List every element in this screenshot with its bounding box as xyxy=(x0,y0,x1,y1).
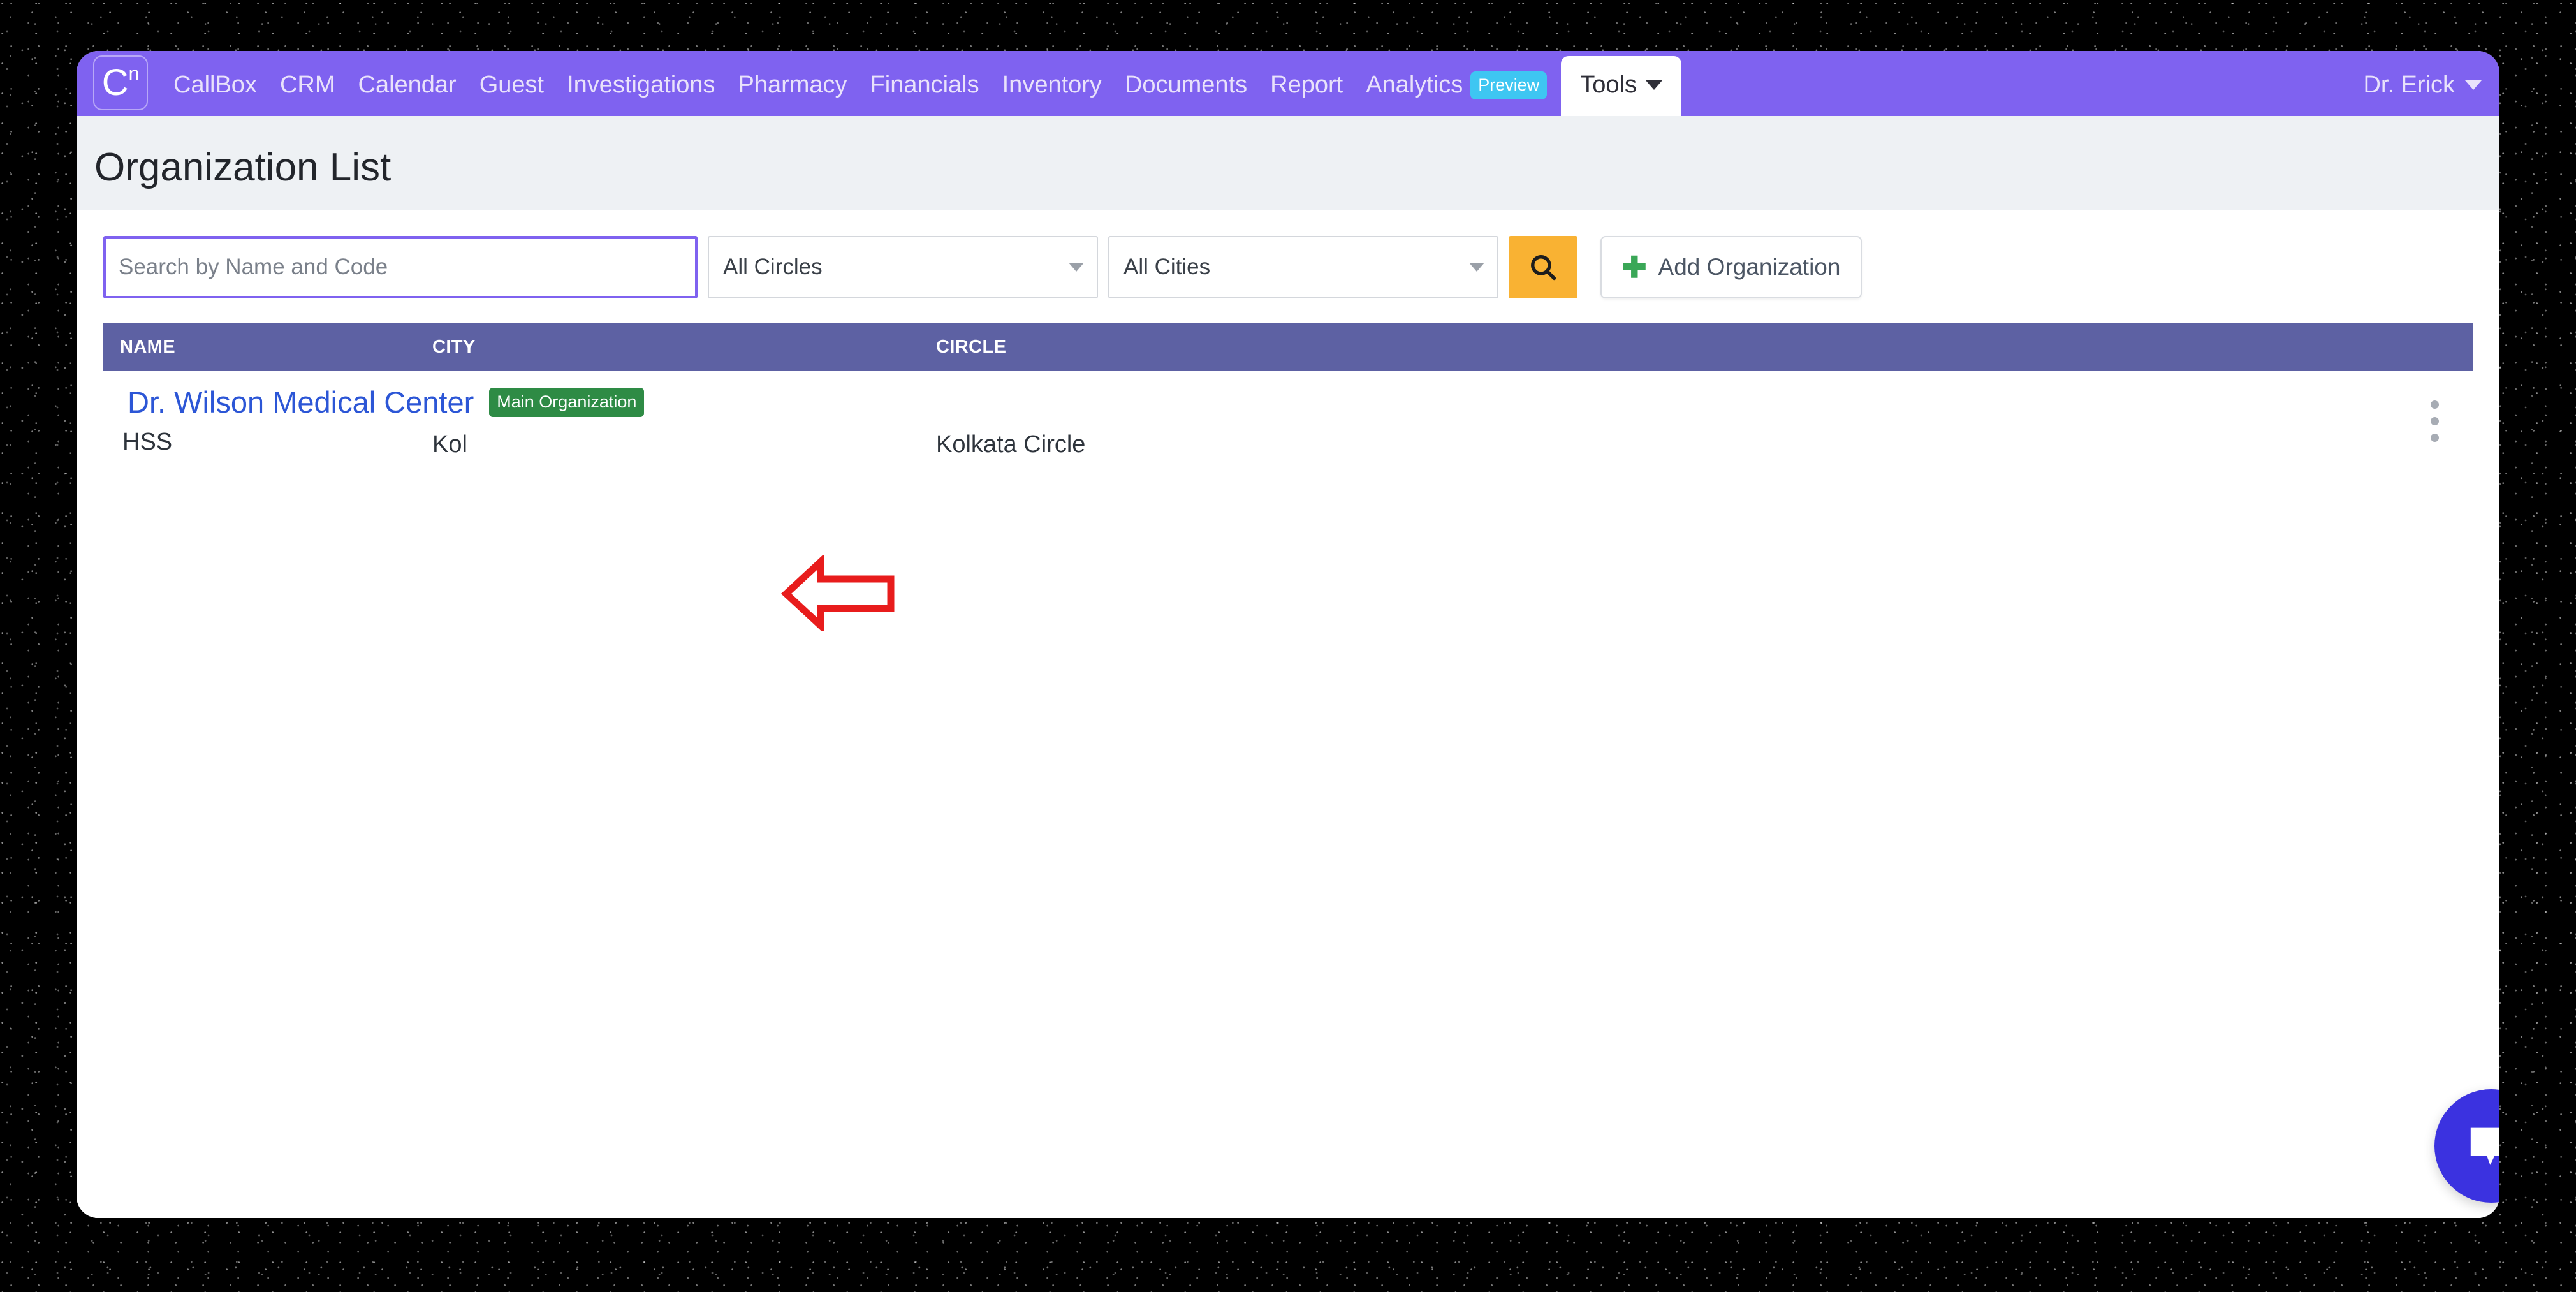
table-header: NAME CITY CIRCLE xyxy=(103,323,2473,371)
nav-item-documents[interactable]: Documents xyxy=(1113,73,1259,116)
nav-links: CallBox CRM Calendar Guest Investigation… xyxy=(162,51,1548,116)
nav-item-financials[interactable]: Financials xyxy=(859,73,991,116)
nav-item-guest[interactable]: Guest xyxy=(468,73,555,116)
page-body: Organization List All Circles All Cities xyxy=(77,116,2499,1218)
top-navbar: Cn CallBox CRM Calendar Guest Investigat… xyxy=(77,51,2499,116)
column-header-city: CITY xyxy=(432,336,476,357)
main-organization-badge: Main Organization xyxy=(489,387,645,417)
cell-city: Kol xyxy=(432,431,467,458)
organization-code: HSS xyxy=(122,429,173,456)
chevron-down-icon xyxy=(2465,80,2482,90)
tab-tools-label: Tools xyxy=(1580,71,1637,98)
nav-item-inventory[interactable]: Inventory xyxy=(991,73,1113,116)
search-input[interactable] xyxy=(103,236,698,298)
column-header-circle: CIRCLE xyxy=(936,336,1007,357)
organization-name-link[interactable]: Dr. Wilson Medical Center xyxy=(128,386,474,418)
preview-badge: Preview xyxy=(1470,71,1548,99)
user-menu[interactable]: Dr. Erick xyxy=(2363,73,2482,116)
column-header-name: NAME xyxy=(120,336,175,357)
nav-item-crm[interactable]: CRM xyxy=(268,73,347,116)
filter-toolbar: All Circles All Cities ✚ Add Organizatio… xyxy=(77,210,2499,323)
cell-circle: Kolkata Circle xyxy=(936,431,1086,458)
circle-filter[interactable]: All Circles xyxy=(708,236,1098,298)
nav-item-callbox[interactable]: CallBox xyxy=(162,73,268,116)
content-panel: All Circles All Cities ✚ Add Organizatio… xyxy=(77,210,2499,1218)
app-logo[interactable]: Cn xyxy=(93,55,148,110)
app-window: Cn CallBox CRM Calendar Guest Investigat… xyxy=(77,51,2499,1218)
logo-letter: C xyxy=(101,62,129,103)
nav-item-investigations[interactable]: Investigations xyxy=(555,73,726,116)
chat-bubble-icon xyxy=(2470,1127,2499,1165)
tab-tools[interactable]: Tools xyxy=(1561,56,1682,116)
circle-filter-value[interactable]: All Circles xyxy=(708,236,1098,298)
nav-item-analytics[interactable]: Analytics xyxy=(1354,73,1467,116)
nav-item-calendar[interactable]: Calendar xyxy=(347,73,468,116)
add-organization-button[interactable]: ✚ Add Organization xyxy=(1600,236,1862,298)
search-icon xyxy=(1531,255,1556,281)
annotation-arrow-left xyxy=(781,555,895,631)
kebab-dot xyxy=(2430,400,2439,409)
plus-icon: ✚ xyxy=(1622,251,1647,284)
table-body: Dr. Wilson Medical Center Main Organizat… xyxy=(77,371,2499,471)
table-row[interactable]: Dr. Wilson Medical Center Main Organizat… xyxy=(103,371,2473,471)
city-filter-value[interactable]: All Cities xyxy=(1108,236,1498,298)
logo-superscript: n xyxy=(128,63,140,84)
chevron-down-icon xyxy=(1646,80,1663,90)
search-button[interactable] xyxy=(1509,236,1577,298)
user-menu-label: Dr. Erick xyxy=(2363,71,2455,98)
kebab-dot xyxy=(2430,417,2439,425)
page-title: Organization List xyxy=(94,145,392,189)
add-organization-label: Add Organization xyxy=(1658,254,1841,280)
kebab-dot xyxy=(2430,434,2439,442)
cell-name: Dr. Wilson Medical Center Main Organizat… xyxy=(103,386,645,456)
city-filter[interactable]: All Cities xyxy=(1108,236,1498,298)
row-actions-menu-button[interactable] xyxy=(2396,386,2473,442)
nav-item-pharmacy[interactable]: Pharmacy xyxy=(726,73,858,116)
organization-name-line: Dr. Wilson Medical Center Main Organizat… xyxy=(120,386,645,418)
nav-item-report[interactable]: Report xyxy=(1259,73,1354,116)
